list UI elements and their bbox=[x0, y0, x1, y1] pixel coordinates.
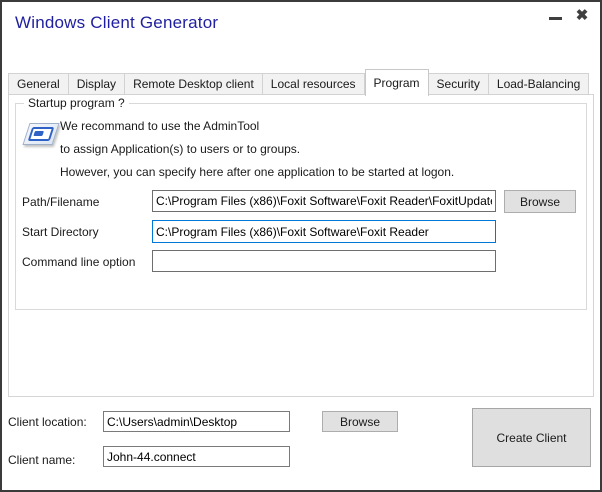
start-directory-input[interactable] bbox=[152, 220, 496, 243]
groupbox-title: Startup program ? bbox=[24, 96, 129, 110]
tab-program[interactable]: Program bbox=[365, 69, 429, 96]
tab-security[interactable]: Security bbox=[429, 73, 489, 95]
tab-strip: General Display Remote Desktop client Lo… bbox=[8, 68, 589, 95]
client-location-input[interactable] bbox=[103, 411, 290, 432]
tab-load-balancing[interactable]: Load-Balancing bbox=[489, 73, 589, 95]
client-name-input[interactable] bbox=[103, 446, 290, 467]
tab-remote-desktop-client[interactable]: Remote Desktop client bbox=[125, 73, 263, 95]
client-location-label: Client location: bbox=[8, 415, 87, 429]
start-directory-label: Start Directory bbox=[22, 225, 99, 239]
window-title: Windows Client Generator bbox=[15, 13, 218, 33]
startup-program-groupbox: Startup program ? We recommand to use th… bbox=[15, 103, 587, 310]
path-filename-label: Path/Filename bbox=[22, 195, 99, 209]
close-icon[interactable]: ✖ bbox=[571, 4, 593, 26]
admin-tool-icon bbox=[22, 121, 62, 151]
command-line-option-input[interactable] bbox=[152, 250, 496, 272]
path-filename-input[interactable] bbox=[152, 190, 496, 212]
info-line-2: to assign Application(s) to users or to … bbox=[60, 142, 300, 156]
minimize-icon[interactable] bbox=[545, 10, 565, 26]
info-line-1: We recommand to use the AdminTool bbox=[60, 119, 259, 133]
info-line-3: However, you can specify here after one … bbox=[60, 165, 454, 179]
client-name-label: Client name: bbox=[8, 453, 75, 467]
tab-display[interactable]: Display bbox=[69, 73, 125, 95]
browse-location-button[interactable]: Browse bbox=[322, 411, 398, 432]
client-generator-window: Windows Client Generator ✖ General Displ… bbox=[0, 0, 602, 492]
program-tab-page: Startup program ? We recommand to use th… bbox=[8, 94, 594, 397]
command-line-option-label: Command line option bbox=[22, 255, 135, 269]
tab-general[interactable]: General bbox=[8, 73, 69, 95]
browse-program-button[interactable]: Browse bbox=[504, 190, 576, 213]
create-client-button[interactable]: Create Client bbox=[472, 408, 591, 467]
tab-local-resources[interactable]: Local resources bbox=[263, 73, 365, 95]
